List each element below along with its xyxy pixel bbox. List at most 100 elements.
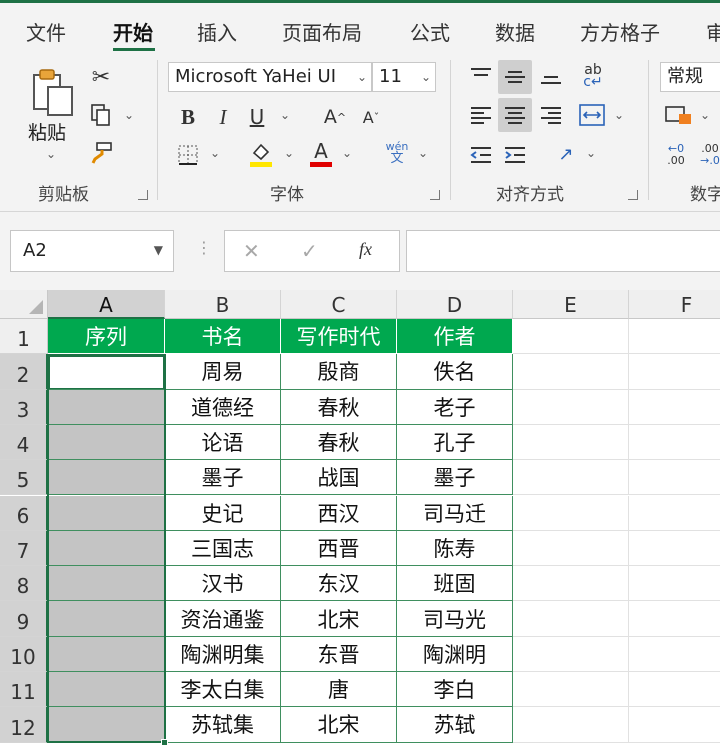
table-cell[interactable]	[629, 566, 720, 602]
table-cell[interactable]	[513, 566, 629, 602]
table-cell[interactable]: 李白	[397, 672, 513, 708]
row-header-9[interactable]: 9	[0, 601, 48, 637]
cut-icon[interactable]: ✂	[88, 64, 114, 90]
column-header-f[interactable]: F	[629, 290, 720, 319]
table-cell[interactable]: 周易	[165, 354, 281, 390]
tab-data[interactable]: 数据	[495, 17, 535, 46]
table-cell[interactable]	[629, 531, 720, 567]
formula-input[interactable]	[406, 230, 720, 272]
table-cell[interactable]: 史记	[165, 495, 281, 531]
table-cell[interactable]: 殷商	[281, 354, 397, 390]
table-cell[interactable]	[48, 530, 165, 567]
increase-indent-icon[interactable]	[502, 142, 528, 168]
table-cell[interactable]	[629, 319, 720, 355]
paste-icon[interactable]	[26, 66, 78, 120]
table-cell[interactable]	[629, 672, 720, 708]
increase-decimal-icon[interactable]: ←0.00	[662, 140, 690, 170]
table-cell[interactable]	[629, 496, 720, 531]
table-cell[interactable]: 陶渊明	[397, 636, 513, 672]
table-cell[interactable]: 东晋	[281, 636, 397, 672]
table-cell[interactable]	[513, 389, 629, 425]
table-cell[interactable]	[629, 460, 720, 496]
font-launcher-icon[interactable]	[430, 190, 440, 200]
formula-bar-grip-icon[interactable]: ⋮	[196, 238, 212, 257]
table-cell[interactable]: 论语	[165, 424, 281, 461]
row-header-4[interactable]: 4	[0, 424, 48, 461]
table-cell[interactable]	[48, 460, 165, 496]
table-cell[interactable]	[48, 424, 165, 461]
header-cell[interactable]: 序列	[48, 319, 165, 355]
table-cell[interactable]: 三国志	[165, 530, 281, 567]
merge-center-icon[interactable]	[578, 102, 606, 128]
table-cell[interactable]: 老子	[397, 389, 513, 425]
align-left-icon[interactable]	[468, 102, 494, 128]
table-cell[interactable]: 唐	[281, 672, 397, 708]
enter-icon[interactable]: ✓	[301, 239, 318, 263]
row-header-2[interactable]: 2	[0, 354, 48, 390]
table-cell[interactable]	[513, 672, 629, 708]
clipboard-launcher-icon[interactable]	[138, 190, 148, 200]
table-cell[interactable]	[513, 319, 629, 355]
table-cell[interactable]: 北宋	[281, 707, 397, 743]
table-cell[interactable]: 苏轼集	[165, 707, 281, 743]
row-header-12[interactable]: 12	[0, 707, 48, 743]
table-cell[interactable]	[48, 495, 165, 531]
table-cell[interactable]	[48, 354, 165, 390]
fill-handle[interactable]	[161, 738, 168, 746]
decrease-decimal-icon[interactable]: .00 →.0	[696, 140, 720, 170]
alignment-launcher-icon[interactable]	[628, 190, 638, 200]
column-header-a[interactable]: A	[48, 290, 165, 319]
decrease-font-size-icon[interactable]: Aˇ	[358, 104, 384, 130]
table-cell[interactable]	[513, 601, 629, 637]
tab-review[interactable]: 审	[706, 17, 720, 46]
table-cell[interactable]: 墨子	[397, 460, 513, 496]
table-cell[interactable]	[513, 636, 629, 672]
table-cell[interactable]: 李太白集	[165, 672, 281, 708]
table-cell[interactable]: 西汉	[281, 495, 397, 531]
table-cell[interactable]: 东汉	[281, 566, 397, 602]
phonetic-dropdown-icon[interactable]: ⌄	[418, 146, 428, 160]
table-cell[interactable]	[629, 601, 720, 637]
header-cell[interactable]: 书名	[165, 319, 281, 355]
accounting-format-icon[interactable]	[664, 102, 694, 128]
tab-fangfang[interactable]: 方方格子	[580, 17, 660, 46]
table-cell[interactable]: 北宋	[281, 601, 397, 637]
table-cell[interactable]: 西晋	[281, 530, 397, 567]
bold-icon[interactable]: B	[177, 104, 199, 130]
align-top-icon[interactable]	[468, 64, 494, 88]
orientation-icon[interactable]: ↗	[552, 140, 580, 168]
wrap-text-icon[interactable]: ab c↵	[578, 62, 608, 90]
format-painter-icon[interactable]	[88, 140, 114, 166]
row-header-7[interactable]: 7	[0, 530, 48, 567]
table-cell[interactable]: 春秋	[281, 424, 397, 461]
row-header-8[interactable]: 8	[0, 566, 48, 602]
table-cell[interactable]: 苏轼	[397, 707, 513, 743]
merge-dropdown-icon[interactable]: ⌄	[614, 108, 624, 122]
row-header-10[interactable]: 10	[0, 636, 48, 672]
table-cell[interactable]: 道德经	[165, 389, 281, 425]
table-cell[interactable]: 司马光	[397, 601, 513, 637]
align-center-icon[interactable]	[502, 102, 528, 128]
name-box[interactable]: A2 ▼	[10, 230, 174, 272]
table-cell[interactable]: 资治通鉴	[165, 601, 281, 637]
tab-formulas[interactable]: 公式	[410, 17, 450, 46]
row-header-11[interactable]: 11	[0, 672, 48, 708]
phonetic-guide-icon[interactable]: wén 文	[380, 138, 414, 168]
row-header-3[interactable]: 3	[0, 389, 48, 425]
font-color-dropdown-icon[interactable]: ⌄	[342, 146, 352, 160]
font-color-icon[interactable]: A	[308, 136, 334, 170]
table-cell[interactable]	[48, 707, 165, 743]
tab-page-layout[interactable]: 页面布局	[282, 17, 362, 46]
table-cell[interactable]: 汉书	[165, 566, 281, 602]
underline-dropdown-icon[interactable]: ⌄	[280, 108, 290, 122]
table-cell[interactable]	[513, 707, 629, 743]
insert-function-icon[interactable]: fx	[359, 239, 372, 260]
borders-dropdown-icon[interactable]: ⌄	[210, 146, 220, 160]
tab-insert[interactable]: 插入	[197, 17, 237, 46]
table-cell[interactable]	[513, 460, 629, 496]
name-box-dropdown-icon[interactable]: ▼	[154, 243, 163, 257]
row-header-1[interactable]: 1	[0, 319, 48, 355]
table-cell[interactable]	[513, 495, 629, 531]
table-cell[interactable]	[629, 637, 720, 672]
fill-color-dropdown-icon[interactable]: ⌄	[284, 146, 294, 160]
